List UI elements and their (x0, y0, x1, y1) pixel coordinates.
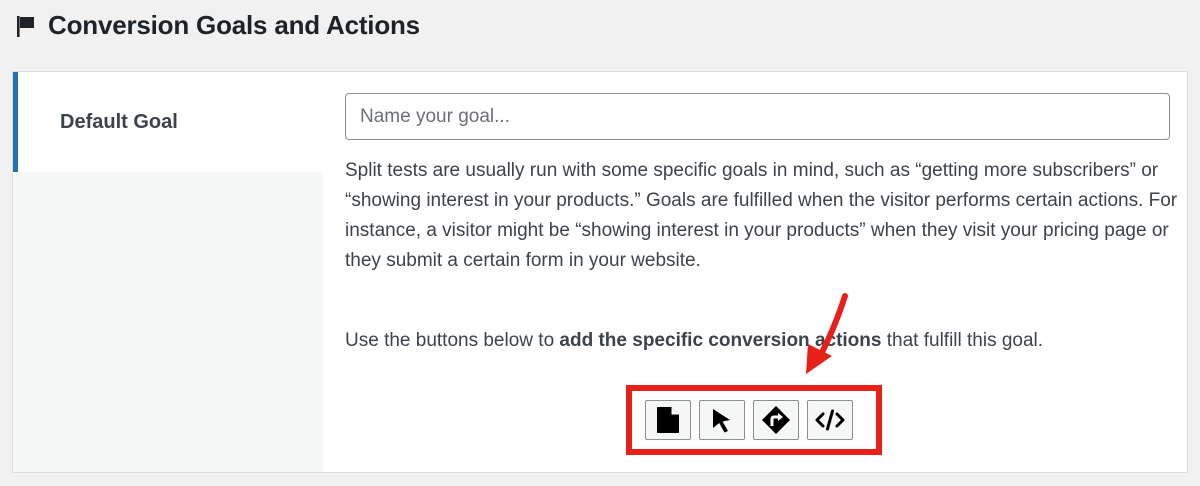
goals-sidebar: Default Goal (13, 72, 323, 472)
goal-description: Split tests are usually run with some sp… (345, 160, 1178, 271)
instruction-emphasis: add the specific conversion actions (559, 330, 882, 351)
tab-default-goal[interactable]: Default Goal (13, 72, 323, 172)
code-icon (815, 409, 845, 431)
goal-editor: Split tests are usually run with some sp… (323, 72, 1187, 472)
instruction-text-start: Use the buttons below to (345, 330, 560, 351)
page-visit-action-button[interactable] (645, 400, 691, 440)
flag-icon (17, 15, 34, 37)
click-action-button[interactable] (699, 400, 745, 440)
conversion-actions-highlight (626, 385, 882, 455)
goals-panel: Default Goal Split tests are usually run… (12, 71, 1188, 473)
page-icon (657, 407, 679, 433)
custom-code-action-button[interactable] (807, 400, 853, 440)
goal-instruction: Use the buttons below to add the specifi… (345, 326, 1185, 356)
goal-name-input[interactable] (345, 93, 1170, 140)
section-heading: Conversion Goals and Actions (14, 10, 420, 41)
direction-sign-icon (762, 406, 790, 434)
tab-default-goal-label: Default Goal (60, 111, 178, 133)
cursor-click-icon (713, 409, 730, 433)
form-submission-action-button[interactable] (753, 400, 799, 440)
page-title: Conversion Goals and Actions (48, 10, 420, 40)
instruction-text-end: that fulfill this goal. (881, 330, 1044, 351)
conversion-action-buttons (645, 400, 853, 440)
